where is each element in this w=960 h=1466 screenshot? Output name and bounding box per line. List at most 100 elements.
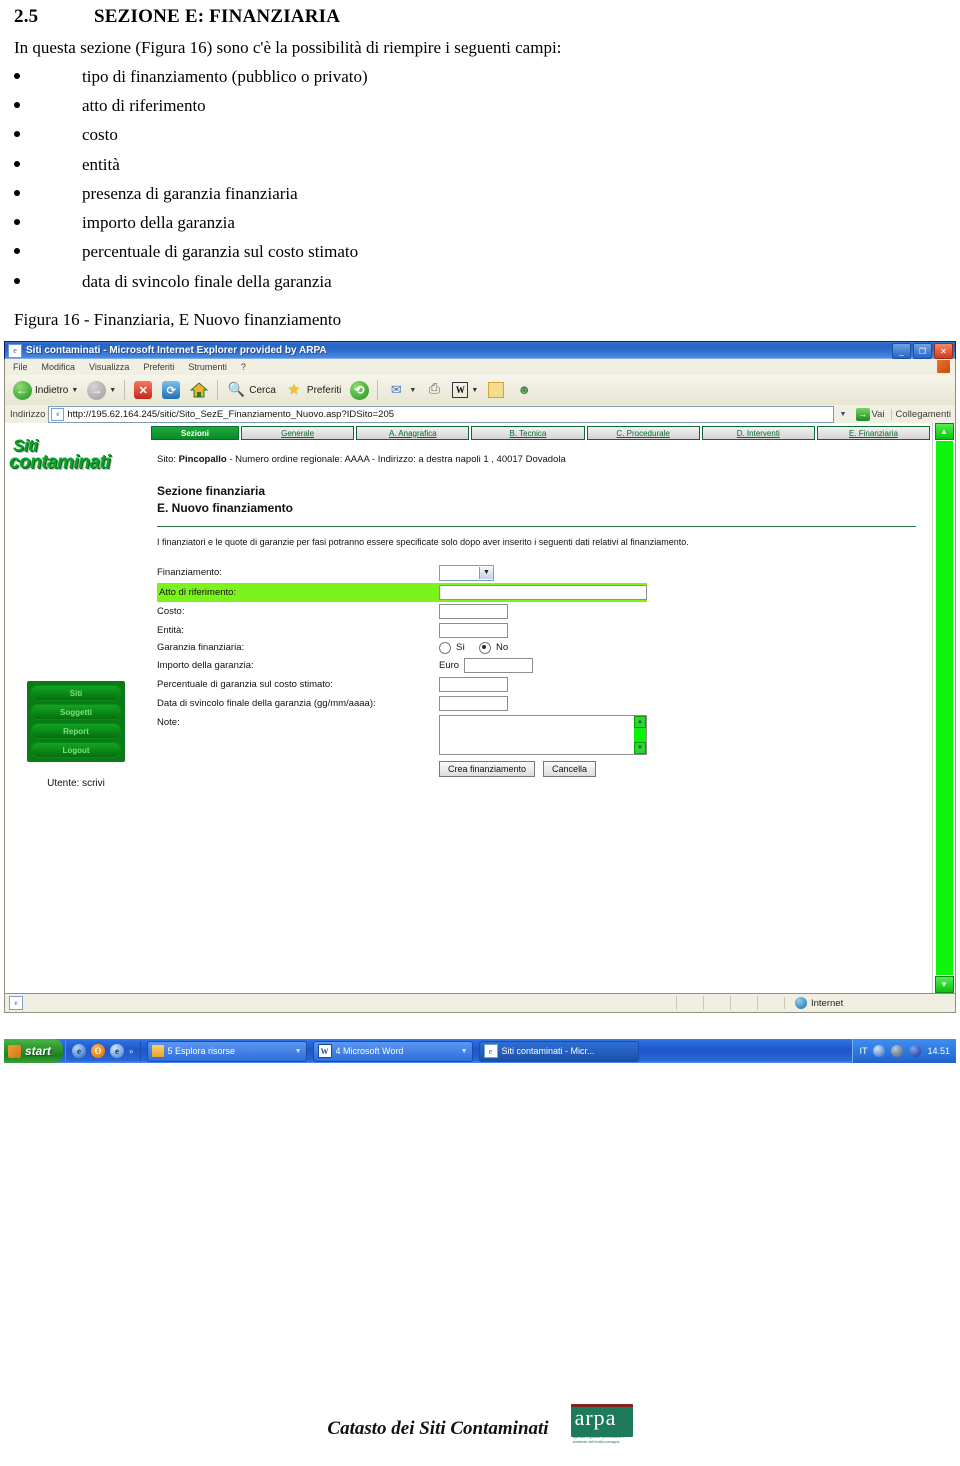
tab-interventi[interactable]: D. Interventi bbox=[701, 426, 815, 440]
section-tabs: Sezioni Generale A. Anagrafica B. Tecnic… bbox=[151, 423, 932, 440]
history-icon: ⟲ bbox=[349, 380, 369, 400]
ie-icon[interactable]: e bbox=[110, 1044, 125, 1058]
data-input[interactable] bbox=[439, 695, 508, 711]
home-icon bbox=[189, 380, 209, 400]
sidebar-item-siti[interactable]: Siti bbox=[31, 685, 121, 701]
tray-icon-network[interactable] bbox=[873, 1045, 886, 1057]
tab-procedurale[interactable]: C. Procedurale bbox=[586, 426, 700, 440]
page-vertical-scrollbar[interactable]: ▲ ▼ bbox=[932, 423, 955, 993]
restore-button[interactable]: ❐ bbox=[913, 343, 932, 359]
taskbar-item-explorer[interactable]: 5 Esplora risorse ▼ bbox=[146, 1040, 307, 1062]
address-dropdown-icon[interactable]: ▼ bbox=[837, 407, 850, 422]
chevron-down-icon[interactable]: ▼ bbox=[71, 386, 78, 394]
menu-item-modifica[interactable]: Modifica bbox=[42, 362, 76, 372]
tab-anagrafica[interactable]: A. Anagrafica bbox=[356, 426, 470, 440]
tray-icon-display[interactable] bbox=[891, 1045, 904, 1057]
menu-item-help[interactable]: ? bbox=[241, 362, 246, 372]
tab-sezioni[interactable]: Sezioni bbox=[151, 426, 239, 440]
list-item: importo della garanzia bbox=[14, 208, 946, 237]
note-textarea-body[interactable] bbox=[440, 716, 634, 754]
create-financing-button[interactable]: Crea finanziamento bbox=[439, 760, 536, 777]
sidebar-item-logout[interactable]: Logout bbox=[31, 742, 121, 758]
back-button[interactable]: ← Indietro ▼ bbox=[9, 379, 81, 401]
menu-item-preferiti[interactable]: Preferiti bbox=[143, 362, 174, 372]
scrollbar-thumb[interactable] bbox=[935, 441, 953, 975]
sidebar-item-soggetti[interactable]: Soggetti bbox=[31, 704, 121, 720]
atto-field bbox=[439, 582, 647, 602]
history-button[interactable]: ⟲ bbox=[346, 379, 372, 401]
percentuale-input[interactable] bbox=[439, 676, 508, 692]
ie-icon[interactable]: e bbox=[72, 1044, 87, 1058]
tab-finanziaria[interactable]: E. Finanziaria bbox=[816, 426, 931, 440]
chevron-down-icon[interactable]: ▼ bbox=[461, 1047, 468, 1055]
note-textarea[interactable]: ▲ ▼ bbox=[439, 714, 647, 755]
word-icon: W bbox=[317, 1044, 332, 1058]
scroll-up-icon[interactable]: ▲ bbox=[634, 715, 646, 728]
more-icon[interactable]: » bbox=[129, 1046, 134, 1056]
messenger-button[interactable]: ☻ bbox=[511, 379, 537, 401]
chevron-down-icon[interactable]: ▼ bbox=[471, 386, 478, 394]
chevron-down-icon[interactable]: ▼ bbox=[295, 1047, 302, 1055]
chevron-down-icon[interactable]: ▼ bbox=[109, 386, 116, 394]
favorites-button[interactable]: ★ Preferiti bbox=[281, 379, 344, 401]
locale-indicator[interactable]: IT bbox=[859, 1046, 867, 1056]
refresh-button[interactable]: ⟳ bbox=[158, 379, 184, 401]
tab-label: A. Anagrafica bbox=[388, 428, 437, 438]
home-button[interactable] bbox=[186, 379, 212, 401]
bullet-icon bbox=[14, 277, 20, 284]
stop-button[interactable]: ✕ bbox=[130, 379, 156, 401]
sidebar-item-report[interactable]: Report bbox=[31, 723, 121, 739]
data-field bbox=[439, 694, 647, 713]
menu-item-file[interactable]: File bbox=[13, 362, 28, 372]
importo-input[interactable] bbox=[464, 657, 534, 673]
clock[interactable]: 14.51 bbox=[927, 1046, 950, 1056]
form-row-entita: Entità: bbox=[157, 621, 647, 640]
notes-button[interactable] bbox=[483, 379, 509, 401]
close-button[interactable]: ✕ bbox=[934, 343, 953, 359]
app-logo[interactable]: Siti contaminati bbox=[7, 437, 151, 482]
entita-label: Entità: bbox=[157, 624, 184, 636]
atto-input[interactable] bbox=[439, 584, 647, 600]
browser-titlebar: e Siti contaminati - Microsoft Internet … bbox=[4, 341, 956, 359]
search-button[interactable]: 🔍 Cerca bbox=[223, 379, 279, 401]
mail-button[interactable]: ✉ ▼ bbox=[383, 379, 419, 401]
cancel-button[interactable]: Cancella bbox=[543, 760, 597, 777]
minimize-button[interactable]: _ bbox=[892, 343, 911, 359]
garanzia-radio-no[interactable] bbox=[478, 641, 491, 654]
form-hint: I finanziatori e le quote di garanzie pe… bbox=[157, 536, 689, 547]
forward-button[interactable]: → ▼ bbox=[83, 379, 119, 401]
tray-icon-volume[interactable] bbox=[909, 1045, 922, 1057]
form-row-costo: Costo: bbox=[157, 602, 647, 621]
section-number: 2.5 bbox=[14, 6, 39, 27]
form-row-percentuale: Percentuale di garanzia sul costo stimat… bbox=[157, 675, 647, 694]
address-input[interactable]: e http://195.62.164.245/sitic/Sito_SezE_… bbox=[48, 405, 834, 423]
start-button[interactable]: start bbox=[4, 1039, 64, 1063]
go-arrow-icon: → bbox=[855, 407, 870, 421]
go-button[interactable]: → Vai bbox=[853, 407, 888, 421]
print-button[interactable]: ⎙ bbox=[421, 379, 447, 401]
bullet-icon bbox=[14, 219, 20, 226]
scroll-up-icon[interactable]: ▲ bbox=[934, 423, 954, 440]
chevron-down-icon[interactable]: ▼ bbox=[409, 386, 416, 394]
menu-item-strumenti[interactable]: Strumenti bbox=[188, 362, 227, 372]
scroll-down-icon[interactable]: ▼ bbox=[634, 741, 646, 754]
tab-tecnica[interactable]: B. Tecnica bbox=[471, 426, 585, 440]
tab-generale[interactable]: Generale bbox=[241, 426, 355, 440]
links-label[interactable]: Collegamenti bbox=[890, 408, 955, 420]
opera-icon[interactable]: O bbox=[91, 1044, 106, 1058]
edit-word-button[interactable]: W ▼ bbox=[449, 381, 481, 399]
taskbar-item-browser[interactable]: e Siti contaminati - Micr... bbox=[478, 1040, 639, 1062]
finanziamento-select[interactable]: ▼ bbox=[439, 564, 494, 581]
scroll-down-icon[interactable]: ▼ bbox=[934, 976, 954, 993]
costo-input[interactable] bbox=[439, 603, 508, 619]
taskbar-item-word[interactable]: W 4 Microsoft Word ▼ bbox=[312, 1040, 473, 1062]
windows-flag-icon bbox=[8, 1044, 21, 1058]
note-scrollbar[interactable]: ▲ ▼ bbox=[634, 715, 646, 754]
menu-item-visualizza[interactable]: Visualizza bbox=[89, 362, 129, 372]
importo-label: Importo della garanzia: bbox=[157, 659, 254, 671]
garanzia-label: Garanzia finanziaria: bbox=[157, 642, 245, 654]
toolbar-divider bbox=[377, 380, 379, 400]
security-zone[interactable]: Internet bbox=[784, 997, 955, 1009]
garanzia-radio-si[interactable] bbox=[439, 641, 451, 654]
entita-input[interactable] bbox=[439, 622, 508, 638]
